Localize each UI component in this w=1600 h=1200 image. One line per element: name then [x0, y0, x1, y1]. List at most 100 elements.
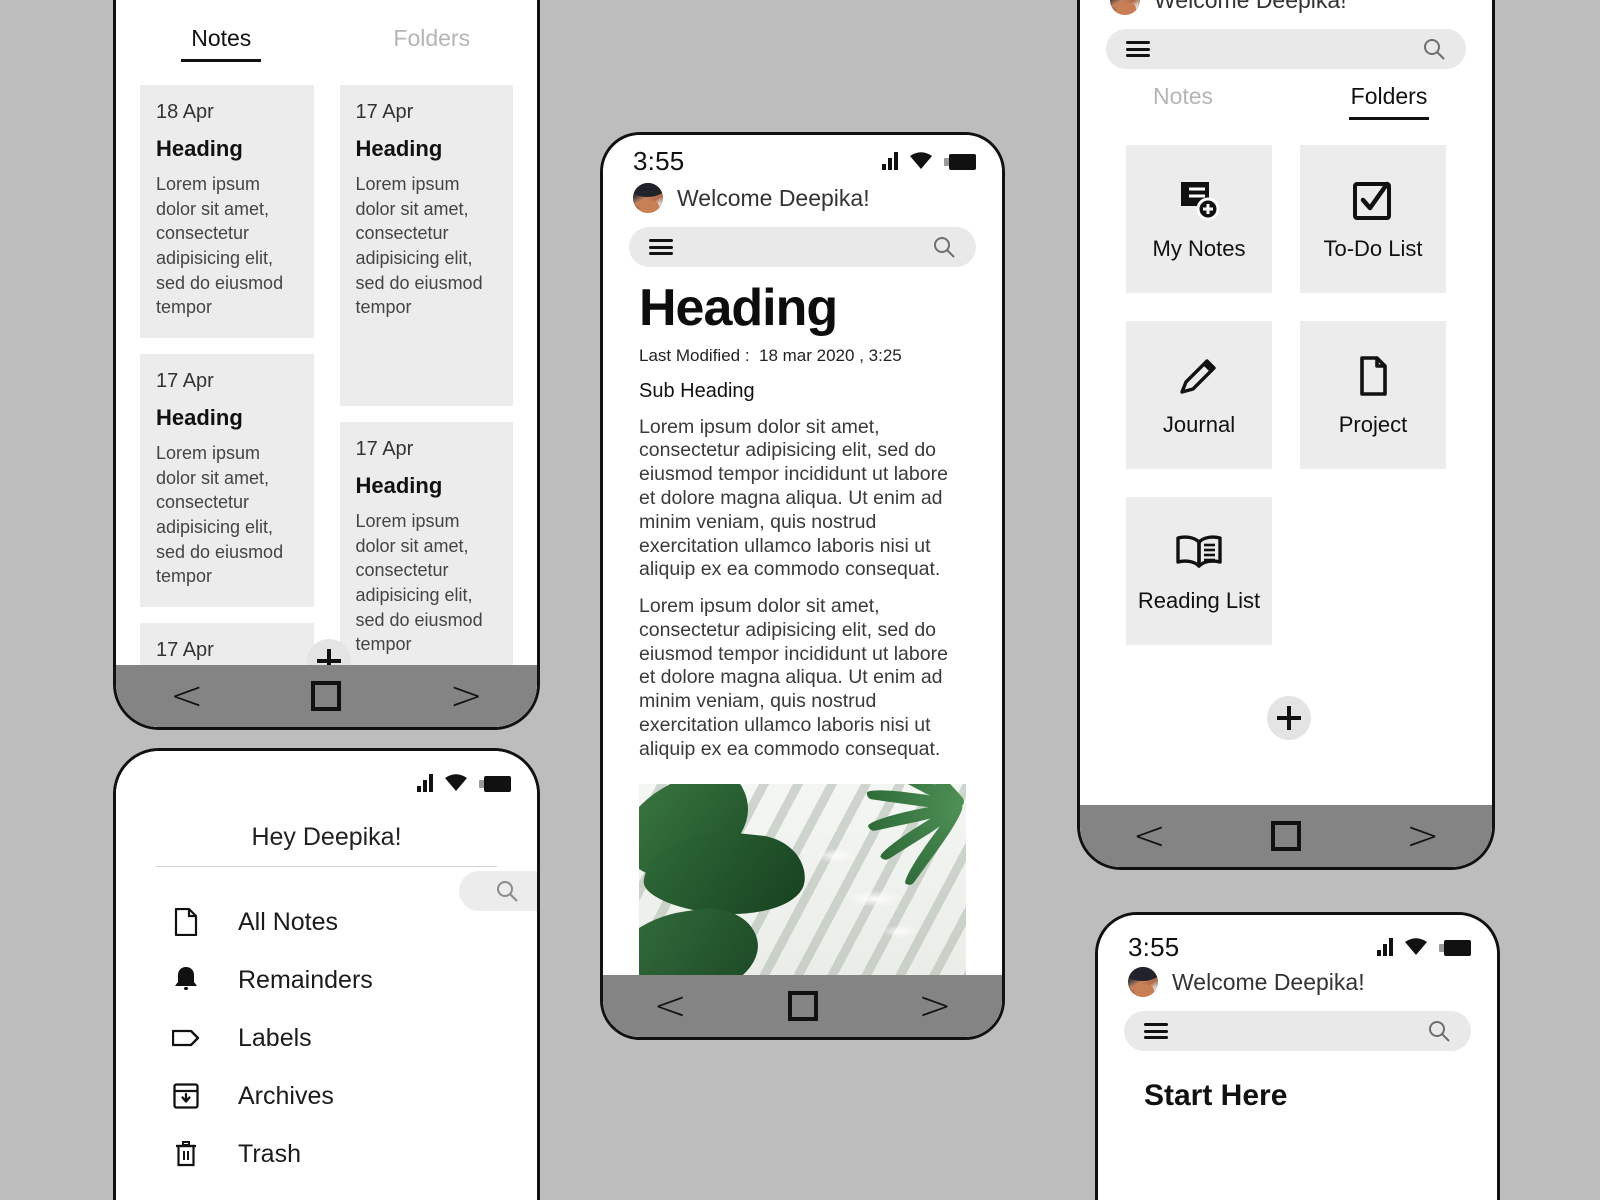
avatar[interactable]: [1110, 0, 1140, 15]
nav-home-icon[interactable]: [1270, 821, 1301, 851]
note-card[interactable]: 17 Apr Heading Lorem ipsum dolor sit ame…: [339, 85, 513, 406]
mockup-canvas: 3:55 Notes Folders 18 Apr Heading: [0, 0, 1600, 1200]
notes-masonry-grid: 18 Apr Heading Lorem ipsum dolor sit ame…: [116, 69, 537, 727]
avatar[interactable]: [1128, 967, 1158, 997]
android-nav-bar: < >: [603, 975, 1002, 1037]
nav-back-icon[interactable]: <: [1132, 816, 1166, 856]
search-icon[interactable]: [1422, 37, 1446, 61]
note-detail-screen: 3:55 Welcome Deepika! Heading Last Modif…: [603, 135, 1002, 1037]
nav-back-icon[interactable]: <: [170, 676, 204, 716]
tab-notes-label: Notes: [191, 25, 252, 51]
folder-label: Project: [1338, 412, 1408, 437]
menu-item-trash[interactable]: Trash: [116, 1125, 537, 1183]
android-nav-bar: < >: [1080, 805, 1492, 867]
nav-forward-icon[interactable]: >: [918, 986, 952, 1026]
menu-item-label: Labels: [238, 1023, 312, 1052]
status-time: 3:55: [633, 145, 685, 176]
add-folder-fab[interactable]: [1267, 696, 1311, 740]
hamburger-menu-icon[interactable]: [649, 239, 673, 255]
note-title: Heading: [639, 279, 838, 337]
notes-list-tabs: Notes Folders: [116, 25, 537, 69]
tab-folders-label: Folders: [1350, 83, 1428, 109]
note-date: 17 Apr: [355, 101, 414, 123]
hamburger-menu-icon[interactable]: [1144, 1023, 1168, 1039]
note-card[interactable]: 18 Apr Heading Lorem ipsum dolor sit ame…: [140, 85, 314, 338]
nav-home-icon[interactable]: [311, 681, 342, 711]
tab-folders[interactable]: Folders: [1286, 83, 1492, 127]
search-icon[interactable]: [932, 235, 956, 259]
note-body: Lorem ipsum dolor sit amet, consectetur …: [355, 174, 483, 318]
document-icon: [170, 906, 202, 938]
status-bar: 3:55: [1098, 915, 1497, 962]
search-bar[interactable]: [1124, 1011, 1471, 1051]
note-body: Lorem ipsum dolor sit amet, consectetur …: [355, 510, 483, 655]
drawer-divider: [156, 866, 497, 867]
drawer-search-button[interactable]: [459, 871, 537, 911]
menu-item-label: All Notes: [238, 907, 339, 936]
tab-notes[interactable]: Notes: [116, 25, 327, 69]
drawer-greeting: Hey Deepika!: [251, 823, 402, 851]
welcome-row: Welcome Deepika!: [1098, 957, 1497, 997]
search-bar[interactable]: [1106, 29, 1466, 69]
menu-item-remainders[interactable]: Remainders: [116, 951, 537, 1009]
archive-box-icon: [170, 1080, 202, 1112]
welcome-row: Welcome Deepika!: [603, 177, 1002, 213]
note-card[interactable]: 17 Apr Heading Lorem ipsum dolor sit ame…: [140, 353, 314, 607]
folder-card-reading-list[interactable]: Reading List: [1126, 497, 1272, 645]
tab-folders[interactable]: Folders: [327, 25, 538, 69]
folders-screen: 3:55 Welcome Deepika!: [1080, 0, 1492, 867]
menu-item-label: Trash: [238, 1139, 301, 1168]
note-paragraph: Lorem ipsum dolor sit amet, consectetur …: [639, 415, 948, 581]
bell-icon: [170, 964, 202, 996]
battery-icon: [1439, 940, 1471, 956]
nav-home-icon[interactable]: [787, 991, 818, 1021]
folders-grid: My Notes To-Do List Journal Project Read…: [1080, 127, 1492, 645]
menu-item-label: Archives: [238, 1081, 334, 1110]
welcome-label: Welcome Deepika!: [1154, 0, 1347, 14]
note-sub-heading: Sub Heading: [639, 379, 755, 402]
menu-item-dark-theme[interactable]: Dark Theme: [116, 1183, 537, 1200]
signal-bars-icon: [882, 152, 898, 170]
battery-icon: [479, 776, 511, 792]
folder-card-to-do-list[interactable]: To-Do List: [1300, 145, 1446, 293]
folder-card-my-notes[interactable]: My Notes: [1126, 145, 1272, 293]
tab-notes[interactable]: Notes: [1080, 83, 1286, 127]
phone-folders: 3:55 Welcome Deepika!: [1077, 0, 1495, 870]
nav-back-icon[interactable]: <: [653, 986, 687, 1026]
menu-item-labels[interactable]: Labels: [116, 1009, 537, 1067]
palm-frond-shape: [842, 783, 966, 890]
status-bar: [116, 751, 537, 793]
nav-forward-icon[interactable]: >: [1406, 816, 1440, 856]
folders-tabs: Notes Folders: [1080, 83, 1492, 127]
android-nav-bar: < >: [116, 665, 537, 727]
folder-card-project[interactable]: Project: [1300, 321, 1446, 469]
folder-card-journal[interactable]: Journal: [1126, 321, 1272, 469]
search-icon[interactable]: [1427, 1019, 1451, 1043]
note-photo: [639, 783, 966, 989]
note-date: 17 Apr: [156, 369, 214, 392]
hamburger-menu-icon[interactable]: [1126, 41, 1150, 57]
note-body: Lorem ipsum dolor sit amet, consectetur …: [156, 174, 284, 318]
battery-icon: [944, 154, 976, 170]
wifi-icon: [909, 152, 933, 170]
system-icons: [882, 152, 976, 170]
menu-item-archives[interactable]: Archives: [116, 1067, 537, 1125]
nav-forward-icon[interactable]: >: [449, 676, 483, 716]
avatar[interactable]: [633, 183, 663, 213]
system-icons: [1377, 938, 1471, 956]
notes-column-left: 18 Apr Heading Lorem ipsum dolor sit ame…: [140, 85, 314, 727]
welcome-label: Welcome Deepika!: [677, 184, 870, 211]
note-detail-body: Heading Last Modified : 18 mar 2020 , 3:…: [603, 267, 1002, 1037]
tab-notes-label: Notes: [1152, 83, 1214, 109]
trash-icon: [170, 1138, 202, 1170]
moon-icon: [170, 1196, 202, 1200]
folder-label: To-Do List: [1323, 236, 1423, 261]
file-icon: [1351, 352, 1395, 400]
pencil-icon: [1177, 352, 1221, 400]
folder-label: Journal: [1162, 412, 1236, 437]
folder-label: My Notes: [1152, 236, 1246, 261]
note-card[interactable]: 17 Apr Heading Lorem ipsum dolor sit ame…: [339, 421, 513, 675]
search-bar[interactable]: [629, 227, 976, 267]
checkbox-checked-icon: [1351, 176, 1395, 224]
note-date: 17 Apr: [156, 638, 214, 661]
